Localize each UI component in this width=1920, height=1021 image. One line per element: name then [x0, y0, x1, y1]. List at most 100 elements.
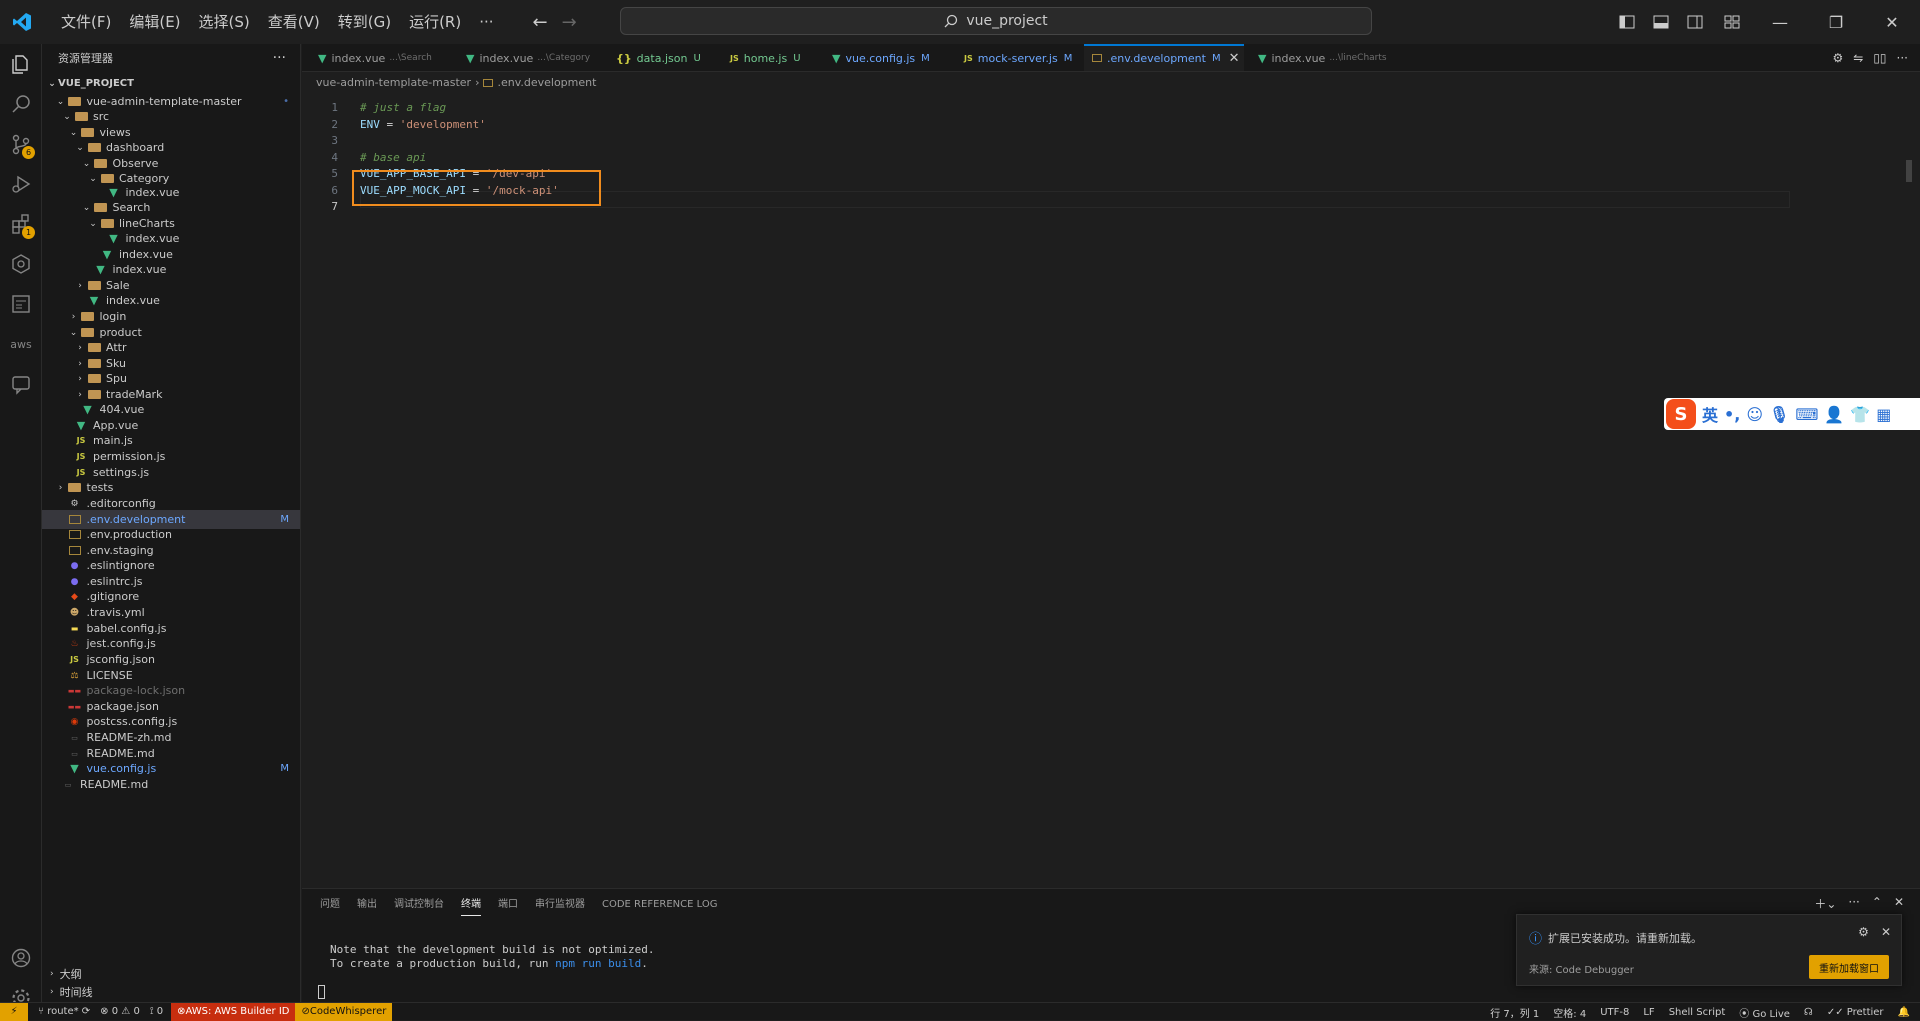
accounts-icon[interactable] — [0, 938, 42, 978]
tab-label: .env.development — [1107, 52, 1206, 65]
more-actions-icon[interactable]: ··· — [1848, 895, 1859, 912]
code-editor[interactable]: 1# just a flag2ENV = 'development'34# ba… — [302, 92, 1920, 892]
timeline-section[interactable]: › 时间线 — [42, 982, 301, 1002]
env-icon — [67, 528, 83, 542]
tab-mock-server-js[interactable]: JSmock-server.jsM — [956, 44, 1076, 72]
breadcrumb-file[interactable]: .env.development — [497, 76, 596, 89]
menu-file[interactable]: 文件(F) — [52, 0, 120, 44]
tab-serial-monitor[interactable]: 串行监视器 — [535, 898, 585, 916]
codewhisperer-status[interactable]: ⊘ CodeWhisperer — [295, 1003, 392, 1021]
back-arrow-icon[interactable]: ← — [533, 12, 548, 33]
menu-selection[interactable]: 选择(S) — [190, 0, 259, 44]
compare-icon[interactable]: ⇋ — [1853, 51, 1863, 65]
extensions-icon[interactable]: 1 — [0, 204, 42, 244]
toggle-primary-sidebar-icon[interactable] — [1610, 0, 1644, 44]
tab-code-reference-log[interactable]: CODE REFERENCE LOG — [602, 898, 717, 916]
customize-layout-icon[interactable] — [1712, 0, 1752, 44]
end-of-line[interactable]: LF — [1643, 1007, 1654, 1018]
tab-ports[interactable]: 端口 — [498, 898, 518, 916]
tab-index-vue[interactable]: ▼index.vue...\lineCharts — [1250, 44, 1390, 72]
ports-indicator[interactable]: ⟟ 0 — [150, 1006, 163, 1017]
punctuation-icon[interactable]: •, — [1724, 405, 1740, 424]
chevron-down-icon: ⌄ — [81, 203, 93, 213]
encoding[interactable]: UTF-8 — [1600, 1007, 1629, 1018]
indentation[interactable]: 空格: 4 — [1553, 1005, 1586, 1020]
close-tab-icon[interactable]: ✕ — [1229, 51, 1240, 66]
chevron-down-icon: ⌄ — [55, 97, 67, 107]
tab-terminal[interactable]: 终端 — [461, 898, 481, 916]
explorer-more-icon[interactable]: ··· — [273, 50, 286, 66]
ime-language-toggle[interactable]: 英 — [1702, 402, 1718, 426]
search-view-icon[interactable] — [0, 84, 42, 124]
tab-debug-console[interactable]: 调试控制台 — [394, 898, 444, 916]
maximize-panel-icon[interactable]: ⌃ — [1872, 895, 1882, 912]
tab-home-js[interactable]: JShome.jsU — [722, 44, 816, 72]
project-root[interactable]: ⌄ VUE_PROJECT — [42, 74, 301, 93]
chat-icon[interactable] — [0, 364, 42, 404]
source-control-icon[interactable]: 6 — [0, 124, 42, 164]
close-window-icon[interactable]: ✕ — [1864, 0, 1920, 44]
menu-bar: 文件(F) 编辑(E) 选择(S) 查看(V) 转到(G) 运行(R) ··· — [52, 0, 503, 44]
breadcrumb-folder[interactable]: vue-admin-template-master — [316, 76, 471, 89]
cursor-position[interactable]: 行 7，列 1 — [1490, 1005, 1539, 1020]
restore-icon[interactable]: ❐ — [1808, 0, 1864, 44]
language-mode[interactable]: Shell Script — [1669, 1007, 1726, 1018]
grid-menu-icon[interactable]: ▦ — [1876, 405, 1891, 424]
remote-icon[interactable]: ⚡ — [0, 1003, 28, 1021]
tree-item-label: README.md — [80, 778, 148, 791]
tab-index-vue[interactable]: ▼index.vue...\Category — [458, 44, 600, 72]
menu-more[interactable]: ··· — [470, 0, 502, 44]
keyboard-icon[interactable]: ⌨ — [1795, 405, 1818, 424]
close-panel-icon[interactable]: ✕ — [1894, 895, 1904, 912]
gear-icon[interactable]: ⚙ — [1858, 925, 1869, 939]
split-editor-icon[interactable]: ▯▯ — [1873, 51, 1886, 65]
tab-index-vue[interactable]: ▼index.vue...\Search — [310, 44, 450, 72]
gear-icon[interactable]: ⚙ — [1833, 51, 1844, 65]
prettier[interactable]: ✓✓ Prettier — [1827, 1007, 1884, 1018]
tree-item[interactable]: ▭README.md — [42, 775, 301, 794]
notifications-bell-icon[interactable]: 🔔 — [1898, 1007, 1910, 1018]
problems-indicator[interactable]: ⊗ 0 ⚠ 0 — [100, 1006, 140, 1017]
md-icon: ▭ — [67, 731, 83, 745]
explorer-icon[interactable] — [0, 44, 42, 84]
tab-problems[interactable]: 问题 — [320, 898, 340, 916]
outline-section[interactable]: › 大纲 — [42, 964, 301, 984]
tab-data-json[interactable]: {}data.jsonU — [608, 44, 714, 72]
run-debug-icon[interactable] — [0, 164, 42, 204]
close-icon[interactable]: ✕ — [1881, 925, 1891, 939]
terminal-output[interactable]: Note that the development build is not o… — [330, 943, 655, 971]
breadcrumb: vue-admin-template-master › .env.develop… — [316, 76, 596, 89]
code-line[interactable]: # base api — [360, 150, 426, 167]
microphone-icon[interactable]: 🎙 — [1769, 405, 1789, 424]
toggle-secondary-sidebar-icon[interactable] — [1678, 0, 1712, 44]
menu-edit[interactable]: 编辑(E) — [120, 0, 189, 44]
tab-output[interactable]: 输出 — [357, 898, 377, 916]
code-line[interactable]: ENV = 'development' — [360, 117, 486, 134]
command-center-search[interactable]: vue_project — [620, 7, 1372, 35]
docs-panel-icon[interactable] — [0, 284, 42, 324]
toggle-panel-icon[interactable] — [1644, 0, 1678, 44]
emoji-icon[interactable]: ☺ — [1746, 405, 1763, 424]
code-line[interactable]: # just a flag — [360, 100, 446, 117]
skin-icon[interactable]: 👕 — [1850, 405, 1870, 424]
branch-indicator[interactable]: ⑂ route* ⟳ — [38, 1006, 90, 1017]
new-terminal-icon[interactable]: ＋⌄ — [1814, 895, 1836, 912]
sogou-logo-icon[interactable]: S — [1666, 399, 1696, 429]
reload-window-button[interactable]: 重新加载窗口 — [1809, 955, 1889, 979]
menu-run[interactable]: 运行(R) — [400, 0, 470, 44]
forward-arrow-icon[interactable]: → — [562, 12, 577, 33]
go-live[interactable]: ⦿ Go Live — [1739, 1005, 1790, 1020]
minimize-icon[interactable]: — — [1752, 0, 1808, 44]
copilot-icon[interactable]: ☊ — [1804, 1007, 1813, 1018]
editor-scrollbar[interactable] — [1906, 160, 1912, 182]
eslint-icon: ● — [67, 559, 83, 573]
more-actions-icon[interactable]: ··· — [1897, 51, 1908, 65]
menu-go[interactable]: 转到(G) — [329, 0, 400, 44]
aws-icon[interactable]: aws — [0, 324, 42, 364]
remote-explorer-icon[interactable] — [0, 244, 42, 284]
user-icon[interactable]: 👤 — [1824, 405, 1844, 424]
tab-env-development[interactable]: .env.developmentM✕ — [1084, 44, 1244, 72]
aws-status[interactable]: ⊗ AWS: AWS Builder ID — [171, 1003, 295, 1021]
menu-view[interactable]: 查看(V) — [259, 0, 329, 44]
tab-vue-config-js[interactable]: ▼vue.config.jsM — [824, 44, 948, 72]
